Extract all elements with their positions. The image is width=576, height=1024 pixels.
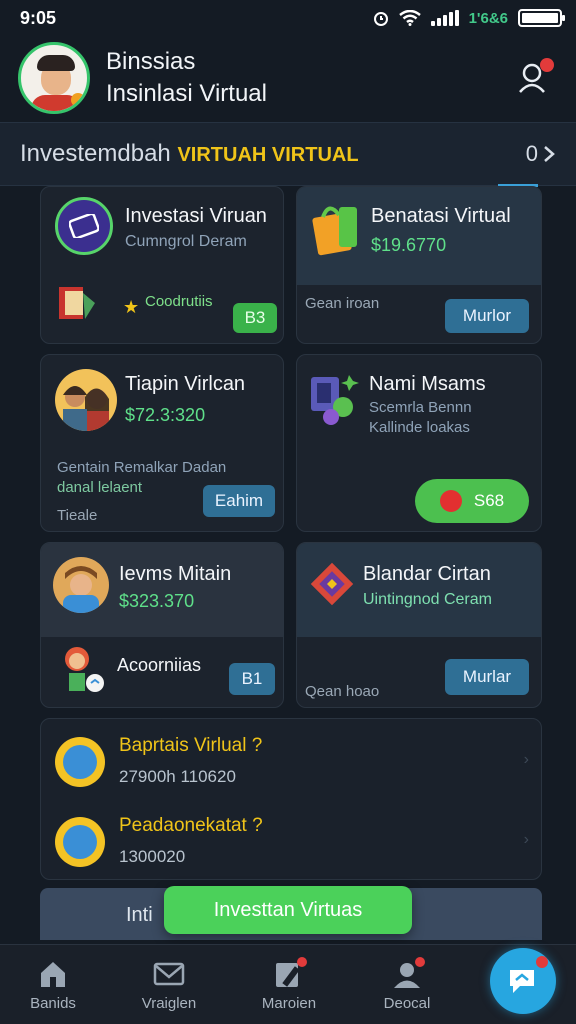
character-icon bbox=[53, 557, 109, 613]
section-header: Investemdbah VIRTUAH VIRTUAL 0 bbox=[0, 122, 576, 186]
mascot-icon bbox=[59, 641, 107, 697]
book-icon bbox=[57, 283, 97, 323]
notification-badge bbox=[540, 58, 554, 72]
nav-badge bbox=[415, 957, 425, 967]
status-bar: 9:05 1'6&6 bbox=[0, 0, 576, 36]
investment-card-4[interactable]: Nami Msams Scemrla Bennn Kallinde loakas… bbox=[296, 354, 542, 532]
investment-card-5[interactable]: Ievms Mitain $323.370 Acoorniias B1 bbox=[40, 542, 284, 708]
nav-badge bbox=[297, 957, 307, 967]
card-title: Investasi Viruan bbox=[125, 205, 267, 227]
card-title: Tiapin Virlcan bbox=[125, 373, 246, 395]
card-subtitle-1: Scemrla Bennn bbox=[369, 399, 472, 416]
card-action-button[interactable]: Eahim bbox=[203, 485, 275, 517]
header-title-line1: Binssias bbox=[106, 48, 196, 75]
card-description-2: danal lelaent bbox=[57, 479, 143, 496]
card-note: Gean iroan bbox=[305, 295, 380, 312]
section-title-highlight: VIRTUAH VIRTUAL bbox=[177, 144, 359, 166]
card-title: Nami Msams bbox=[369, 373, 486, 395]
alarm-icon bbox=[373, 12, 388, 26]
status-time: 9:05 bbox=[20, 7, 57, 28]
chevron-right-icon: › bbox=[523, 751, 529, 768]
nav-label: Maroien bbox=[261, 995, 317, 1012]
card-action-button[interactable]: Murlor bbox=[445, 299, 529, 333]
edit-icon bbox=[273, 957, 307, 989]
nav-label: Vraiglen bbox=[141, 995, 197, 1012]
info-panel: Baprtais Virlual ? 27900h 110620 › Peada… bbox=[40, 718, 542, 880]
info-title: Baprtais Virlual ? bbox=[119, 735, 263, 756]
header-titles: Binssias Insinlasi Virtual bbox=[106, 46, 510, 110]
nav-label: Deocal bbox=[383, 995, 431, 1012]
info-value: 27900h 110620 bbox=[119, 767, 236, 786]
card-title: Benatasi Virtual bbox=[371, 205, 511, 227]
investment-card-6[interactable]: Blandar Cirtan Uintingnod Ceram Qean hoa… bbox=[296, 542, 542, 708]
card-title: Blandar Cirtan bbox=[363, 563, 491, 585]
home-icon bbox=[37, 959, 69, 989]
card-title: Ievms Mitain bbox=[119, 563, 232, 585]
chat-fab-button[interactable] bbox=[490, 948, 556, 1014]
card-amount: $19.6770 bbox=[371, 235, 447, 255]
card-description-1: Gentain Remalkar Dadan bbox=[57, 459, 227, 476]
card-action-button[interactable]: S68 bbox=[415, 479, 529, 523]
shopping-bag-icon bbox=[309, 197, 361, 257]
wifi-icon bbox=[398, 10, 421, 26]
diamond-icon bbox=[307, 559, 357, 609]
avatar[interactable] bbox=[18, 42, 90, 114]
investment-card-1[interactable]: Investasi Viruan Cumngrol Deram ★ Coodru… bbox=[40, 186, 284, 344]
info-row-1[interactable]: Baprtais Virlual ? 27900h 110620 › bbox=[55, 729, 535, 793]
nav-item-edit[interactable]: Maroien bbox=[234, 957, 344, 1012]
plant-icon bbox=[55, 817, 105, 867]
card-amount: $72.3:320 bbox=[125, 405, 206, 425]
card-subtitle: Uintingnod Ceram bbox=[363, 591, 492, 608]
chat-icon bbox=[510, 970, 534, 993]
bottom-strip-text: Inti bbox=[126, 904, 153, 926]
info-row-2[interactable]: Peadaonekatat ? 1300020 › bbox=[55, 809, 535, 873]
card-action-button[interactable]: Murlar bbox=[445, 659, 529, 695]
profile-notification-button[interactable] bbox=[510, 54, 558, 102]
investment-card-3[interactable]: Tiapin Virlcan $72.3:320 Gentain Remalka… bbox=[40, 354, 284, 532]
header-title-line2: Insinlasi Virtual bbox=[106, 80, 267, 107]
card-action-button[interactable]: B1 bbox=[229, 663, 275, 695]
info-value: 1300020 bbox=[119, 847, 186, 866]
status-icons: 1'6&6 bbox=[373, 9, 565, 27]
investment-card-2[interactable]: Benatasi Virtual $19.6770 Gean iroan Mur… bbox=[296, 186, 542, 344]
card-subtitle: Cumngrol Deram bbox=[125, 233, 247, 250]
compass-icon bbox=[55, 737, 105, 787]
nav-label: Banids bbox=[30, 995, 76, 1012]
card-action-label: S68 bbox=[473, 491, 505, 510]
section-more-label: 0 bbox=[525, 141, 538, 166]
app-header: Binssias Insinlasi Virtual bbox=[0, 36, 576, 120]
battery-icon bbox=[518, 9, 565, 27]
nav-item-profile[interactable]: Deocal bbox=[352, 957, 462, 1012]
card-amount: $323.370 bbox=[119, 591, 195, 611]
section-more-link[interactable]: 0 bbox=[526, 141, 556, 167]
user-icon bbox=[391, 957, 425, 989]
card-subtitle-2: Kallinde loakas bbox=[369, 419, 470, 436]
mail-icon bbox=[153, 959, 185, 989]
chevron-right-icon bbox=[544, 146, 555, 162]
section-title-prefix: Investemdbah bbox=[20, 140, 171, 167]
nav-item-home[interactable]: Banids bbox=[0, 959, 108, 1012]
people-icon bbox=[55, 369, 117, 431]
invest-cta-button[interactable]: Investtan Virtuas bbox=[164, 886, 412, 934]
card-action-button[interactable]: B3 bbox=[233, 303, 277, 333]
section-title: Investemdbah VIRTUAH VIRTUAL bbox=[20, 140, 359, 168]
card-tag: Coodrutiis bbox=[145, 293, 213, 310]
card-note: Tieale bbox=[57, 507, 98, 524]
status-dot-icon bbox=[439, 490, 462, 512]
info-title: Peadaonekatat ? bbox=[119, 815, 263, 836]
nav-item-mail[interactable]: Vraiglen bbox=[114, 959, 224, 1012]
game-icon bbox=[309, 371, 361, 427]
ticket-icon bbox=[55, 197, 113, 255]
card-tag: Acoorniias bbox=[117, 655, 202, 675]
signal-icon bbox=[430, 10, 459, 26]
fab-badge bbox=[536, 956, 548, 968]
star-icon: ★ bbox=[123, 297, 140, 317]
chevron-right-icon: › bbox=[523, 831, 529, 848]
card-note: Qean hoao bbox=[305, 683, 380, 700]
network-label: 1'6&6 bbox=[468, 9, 508, 27]
